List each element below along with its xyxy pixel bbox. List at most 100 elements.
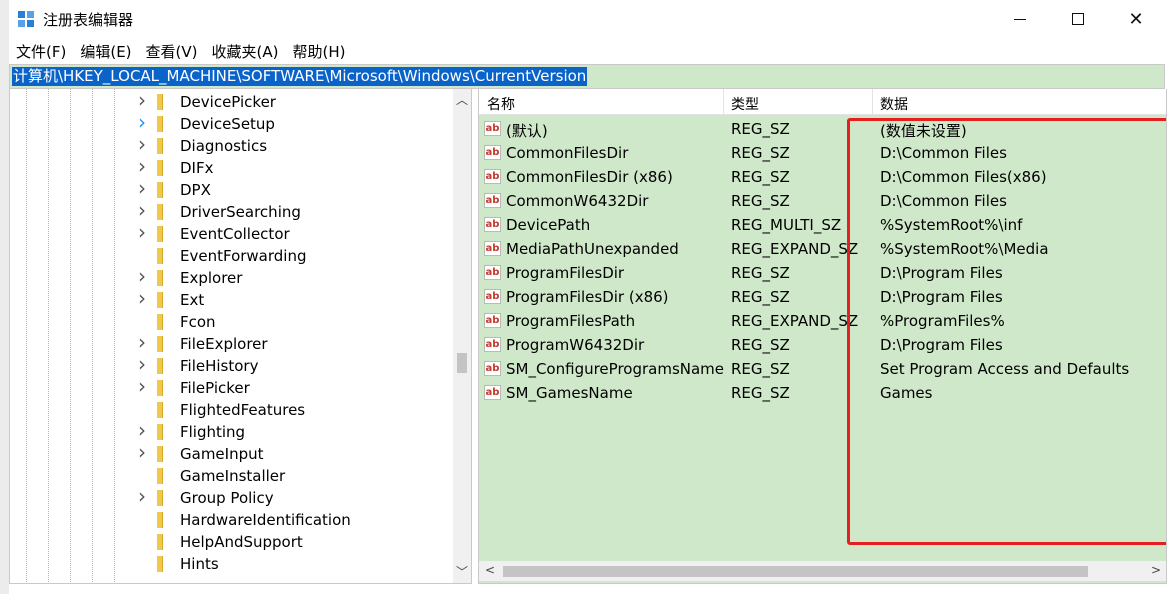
value-type: REG_SZ (731, 120, 790, 138)
value-name: CommonFilesDir (x86) (506, 168, 673, 186)
expand-chevron-icon[interactable]: › (138, 132, 146, 156)
column-data-header[interactable]: 数据 (880, 94, 908, 114)
column-type-header[interactable]: 类型 (731, 94, 759, 114)
string-value-icon: ab (484, 385, 501, 400)
tree-item[interactable]: › EventCollector (10, 220, 450, 245)
expand-chevron-icon[interactable]: › (138, 440, 146, 464)
expand-chevron-icon[interactable]: › (138, 198, 146, 222)
value-type: REG_SZ (731, 384, 790, 402)
expand-chevron-icon[interactable]: › (138, 264, 146, 288)
expand-chevron-icon[interactable]: › (138, 110, 146, 134)
address-path[interactable]: 计算机\HKEY_LOCAL_MACHINE\SOFTWARE\Microsof… (12, 67, 588, 86)
tree-vertical-scrollbar[interactable]: ︿ ﹀ (453, 89, 471, 583)
folder-icon (157, 446, 163, 462)
tree-item-label: GameInstaller (180, 467, 286, 485)
tree-item[interactable]: › FileHistory (10, 352, 450, 377)
close-button[interactable]: ✕ (1108, 0, 1164, 38)
tree-item[interactable]: › FilePicker (10, 374, 450, 399)
scroll-left-icon[interactable]: < (485, 563, 495, 577)
menu-help[interactable]: 帮助(H) (285, 38, 352, 64)
tree-item-label: DeviceSetup (180, 115, 275, 133)
string-value-icon: ab (484, 169, 501, 184)
tree-item-label: HardwareIdentification (180, 511, 351, 529)
value-type: REG_SZ (731, 336, 790, 354)
tree-item[interactable]: › Group Policy (10, 484, 450, 509)
folder-icon (157, 490, 163, 506)
tree-item-label: EventForwarding (180, 247, 307, 265)
maximize-button[interactable] (1050, 0, 1106, 38)
expand-chevron-icon[interactable]: › (138, 220, 146, 244)
registry-values-pane[interactable]: 名称 类型 数据 ab (默认) REG_SZ (数值未设置) ab CommonFile… (478, 89, 1167, 584)
menu-edit[interactable]: 编辑(E) (73, 38, 138, 64)
menu-file[interactable]: 文件(F) (9, 38, 73, 64)
registry-tree-pane[interactable]: › DevicePicker › DeviceSetup › Diagnostics › DI… (9, 89, 472, 584)
tree-item[interactable]: EventForwarding (10, 245, 450, 267)
folder-icon (157, 94, 163, 110)
expand-chevron-icon[interactable]: › (138, 352, 146, 376)
tree-item-label: Fcon (180, 313, 216, 331)
tree-item[interactable]: Hints (10, 553, 450, 575)
tree-item[interactable]: › FileExplorer (10, 330, 450, 355)
expand-chevron-icon[interactable]: › (138, 484, 146, 508)
column-name-header[interactable]: 名称 (487, 94, 515, 114)
value-name: ProgramFilesDir (x86) (506, 288, 669, 306)
expand-chevron-icon[interactable]: › (138, 154, 146, 178)
menu-view[interactable]: 查看(V) (139, 38, 205, 64)
tree-item[interactable]: FlightedFeatures (10, 399, 450, 421)
folder-icon (157, 226, 163, 242)
value-name: CommonW6432Dir (506, 192, 649, 210)
minimize-button[interactable] (992, 0, 1048, 38)
expand-chevron-icon[interactable]: › (138, 374, 146, 398)
tree-item[interactable]: › Explorer (10, 264, 450, 289)
tree-item[interactable]: › Diagnostics (10, 132, 450, 157)
tree-item[interactable]: HardwareIdentification (10, 509, 450, 531)
value-type: REG_SZ (731, 144, 790, 162)
folder-icon (157, 182, 163, 198)
string-value-icon: ab (484, 313, 501, 328)
tree-item[interactable]: › Ext (10, 286, 450, 311)
string-value-icon: ab (484, 145, 501, 160)
value-name: ProgramFilesPath (506, 312, 636, 330)
string-value-icon: ab (484, 193, 501, 208)
tree-scroll-thumb[interactable] (457, 353, 467, 373)
menu-bar: 文件(F) 编辑(E) 查看(V) 收藏夹(A) 帮助(H) (9, 38, 1176, 64)
title-bar[interactable]: 注册表编辑器 ✕ (9, 0, 1176, 38)
folder-icon (157, 380, 163, 396)
value-name: ProgramFilesDir (506, 264, 625, 282)
menu-favorites[interactable]: 收藏夹(A) (205, 38, 286, 64)
tree-item[interactable]: HelpAndSupport (10, 531, 450, 553)
tree-item[interactable]: Fcon (10, 311, 450, 333)
expand-chevron-icon[interactable]: › (138, 176, 146, 200)
folder-icon (157, 270, 163, 286)
expand-chevron-icon[interactable]: › (138, 330, 146, 354)
string-value-icon: ab (484, 289, 501, 304)
window-title: 注册表编辑器 (43, 11, 134, 29)
expand-chevron-icon[interactable]: › (138, 418, 146, 442)
folder-icon (157, 336, 163, 352)
tree-item[interactable]: › Flighting (10, 418, 450, 443)
expand-chevron-icon[interactable]: › (138, 286, 146, 310)
folder-icon (157, 138, 163, 154)
values-column-header: 名称 类型 数据 (479, 89, 1166, 115)
tree-item[interactable]: › DevicePicker (10, 89, 450, 113)
tree-item[interactable]: › DriverSearching (10, 198, 450, 223)
tree-item[interactable]: › DeviceSetup (10, 110, 450, 135)
tree-item[interactable]: GameInstaller (10, 465, 450, 487)
values-scroll-thumb[interactable] (503, 566, 1088, 577)
value-type: REG_SZ (731, 360, 790, 378)
tree-item[interactable]: › DPX (10, 176, 450, 201)
value-type: REG_SZ (731, 288, 790, 306)
address-bar[interactable]: 计算机\HKEY_LOCAL_MACHINE\SOFTWARE\Microsof… (9, 64, 1165, 89)
values-horizontal-scrollbar[interactable]: < > (479, 561, 1166, 581)
value-name: SM_ConfigureProgramsName (506, 360, 725, 378)
folder-icon (157, 468, 163, 484)
scroll-down-icon[interactable]: ﹀ (456, 563, 468, 580)
maximize-icon (1072, 13, 1084, 25)
scroll-up-icon[interactable]: ︿ (456, 91, 468, 108)
tree-item[interactable]: › GameInput (10, 440, 450, 465)
registry-editor-app-icon (18, 11, 36, 29)
tree-item[interactable]: › DIFx (10, 154, 450, 179)
value-name: DevicePath (506, 216, 591, 234)
scroll-right-icon[interactable]: > (1151, 563, 1161, 577)
expand-chevron-icon[interactable]: › (138, 89, 146, 112)
